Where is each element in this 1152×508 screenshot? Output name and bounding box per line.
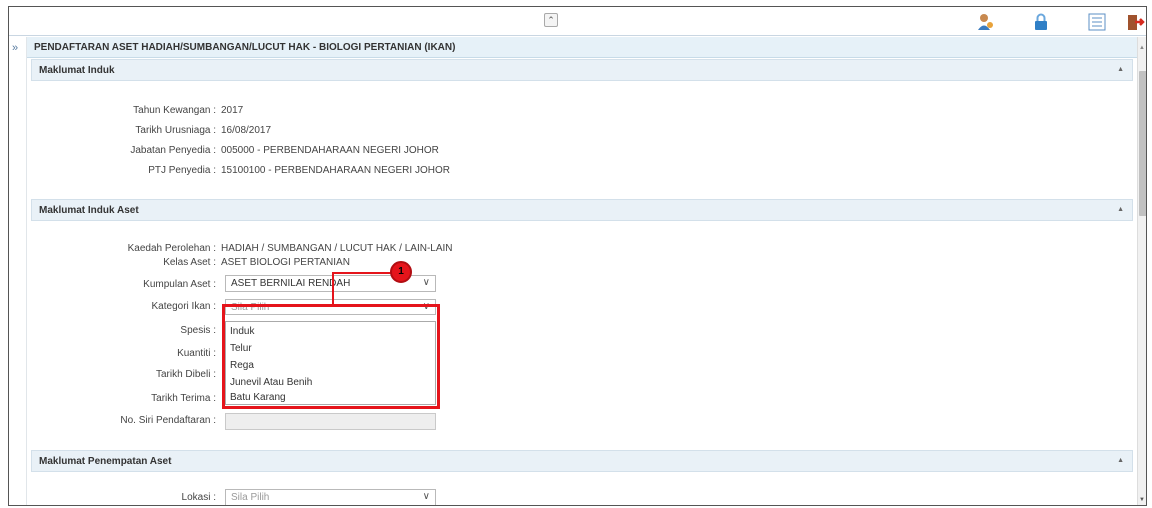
chevron-down-icon: ∨ [422,491,430,502]
field-label: Jabatan Penyedia : [130,145,216,156]
section-header-maklumat-induk-aset[interactable]: Maklumat Induk Aset ▲ [31,199,1133,221]
field-kelas-aset: Kelas Aset : ASET BIOLOGI PERTANIAN [9,257,529,269]
expand-nav-icon[interactable]: » [12,42,18,54]
scrollbar-thumb[interactable] [1139,71,1146,216]
lock-icon[interactable] [1031,12,1051,32]
field-label: Kelas Aset : [163,257,216,268]
field-label: Kuantiti : [177,348,216,359]
field-value: ASET BIOLOGI PERTANIAN [221,257,350,268]
section-title: Maklumat Penempatan Aset [39,456,172,467]
app-frame: ⌃ » PENDAFTARAN ASET HADIAH/SUMBANGAN/LU… [8,6,1147,506]
collapse-header-button[interactable]: ⌃ [544,13,558,27]
section-collapse-icon[interactable]: ▲ [1117,457,1124,464]
field-label: Kumpulan Aset : [143,279,216,290]
field-no-siri-label: No. Siri Pendaftaran : [9,415,219,427]
list-icon[interactable] [1087,12,1107,32]
user-icon[interactable] [975,12,995,32]
section-title: Maklumat Induk Aset [39,205,139,216]
no-siri-pendaftaran-input [225,413,436,430]
field-label: Lokasi : [181,492,216,503]
field-kuantiti-label: Kuantiti : [9,348,219,360]
field-tarikh-terima-label: Tarikh Terima : [9,393,219,405]
field-label: Tarikh Dibeli : [155,369,216,380]
field-value: HADIAH / SUMBANGAN / LUCUT HAK / LAIN-LA… [221,243,453,254]
field-label: Spesis : [180,325,216,336]
field-kategori-ikan-label: Kategori Ikan : [9,301,219,313]
section-collapse-icon[interactable]: ▲ [1117,206,1124,213]
field-label: PTJ Penyedia : [148,165,216,176]
field-spesis-label: Spesis : [9,325,219,337]
section-header-maklumat-penempatan-aset[interactable]: Maklumat Penempatan Aset ▲ [31,450,1133,472]
section-collapse-icon[interactable]: ▲ [1117,66,1124,73]
field-label: Kategori Ikan : [151,301,216,312]
chevron-down-icon: ∨ [422,277,430,288]
callout-number-badge: 1 [390,261,412,283]
field-value: 2017 [221,105,244,116]
callout-line-horizontal [332,272,392,274]
select-placeholder: Sila Pilih [231,492,270,503]
field-value: 005000 - PERBENDAHARAAN NEGERI JOHOR [221,145,439,156]
lokasi-select[interactable]: Sila Pilih ∨ [225,489,436,505]
field-tahun-kewangan: Tahun Kewangan : 2017 [9,105,509,117]
field-ptj-penyedia: PTJ Penyedia : 15100100 - PERBENDAHARAAN… [9,165,509,177]
callout-line-vertical [332,272,334,304]
vertical-scrollbar[interactable]: ▲ ▼ [1137,37,1146,505]
section-header-maklumat-induk[interactable]: Maklumat Induk ▲ [31,59,1133,81]
section-title: Maklumat Induk [39,65,115,76]
exit-icon[interactable] [1125,12,1145,32]
field-kaedah-perolehan: Kaedah Perolehan : HADIAH / SUMBANGAN / … [9,243,529,255]
field-tarikh-urusniaga: Tarikh Urusniaga : 16/08/2017 [9,125,509,137]
field-value: 16/08/2017 [221,125,272,136]
field-label: Tarikh Terima : [151,393,216,404]
page-title: PENDAFTARAN ASET HADIAH/SUMBANGAN/LUCUT … [27,37,1137,58]
highlight-box [222,304,440,409]
field-value: 15100100 - PERBENDAHARAAN NEGERI JOHOR [221,165,450,176]
top-toolbar: ⌃ [9,7,1146,36]
field-label: Tahun Kewangan : [133,105,216,116]
field-jabatan-penyedia: Jabatan Penyedia : 005000 - PERBENDAHARA… [9,145,509,157]
field-label: No. Siri Pendaftaran : [120,415,216,426]
scroll-down-icon[interactable]: ▼ [1139,497,1145,503]
field-label: Tarikh Urusniaga : [135,125,216,136]
field-kumpulan-aset-label: Kumpulan Aset : [9,279,219,291]
field-lokasi-label: Lokasi : [9,492,219,504]
scroll-up-icon[interactable]: ▲ [1139,45,1145,51]
field-label: Kaedah Perolehan : [127,243,216,254]
field-tarikh-dibeli-label: Tarikh Dibeli : [9,369,219,381]
